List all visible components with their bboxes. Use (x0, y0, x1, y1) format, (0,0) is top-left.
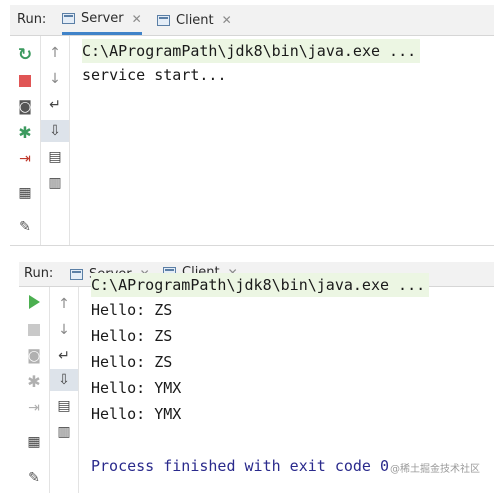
debug-icon[interactable]: ✱ (19, 371, 49, 393)
run-panel-server: Run: Server ✕ Client ✕ ↻ ◙ ✱ ⇥ ▦ ✎ ↑ ↓ ↵… (10, 5, 494, 246)
down-icon[interactable]: ↓ (50, 319, 78, 341)
soft-wrap-icon[interactable]: ↵ (41, 94, 69, 116)
run-toolbar-secondary: ↑ ↓ ↵ ⇩ ▤ ▥ (50, 287, 79, 493)
console-output[interactable]: C:\AProgramPath\jdk8\bin\java.exe ... se… (80, 36, 494, 245)
console-icon (70, 268, 83, 280)
close-icon[interactable]: ✕ (222, 13, 232, 27)
console-line: Hello: ZS (91, 327, 173, 345)
stop-icon[interactable] (10, 70, 40, 92)
console-line: service start... (82, 66, 227, 84)
layout-icon[interactable]: ▦ (19, 431, 49, 453)
run-icon[interactable] (19, 291, 49, 313)
console-line: Hello: YMX (91, 405, 182, 423)
watermark: @稀土掘金技术社区 (390, 464, 480, 475)
scroll-to-end-icon[interactable]: ⇩ (50, 369, 78, 391)
run-toolbar-primary: ◙ ✱ ⇥ ▦ ✎ (19, 287, 50, 493)
trash-icon[interactable]: ▥ (50, 421, 78, 443)
console-command-line: C:\AProgramPath\jdk8\bin\java.exe ... (82, 39, 421, 63)
tab-server[interactable]: Server ✕ (62, 5, 142, 35)
soft-wrap-icon[interactable]: ↵ (50, 345, 78, 367)
camera-icon[interactable]: ◙ (19, 345, 49, 367)
run-panel-client: Run: Server ✕ Client ✕ ◙ ✱ ⇥ ▦ ✎ ↑ ↓ ↵ ⇩… (19, 262, 494, 493)
rerun-icon[interactable]: ↻ (10, 44, 40, 66)
down-icon[interactable]: ↓ (41, 68, 69, 90)
console-line: Hello: ZS (91, 301, 173, 319)
trash-icon[interactable]: ▥ (41, 172, 69, 194)
console-command-line: C:\AProgramPath\jdk8\bin\java.exe ... (91, 273, 430, 297)
up-icon[interactable]: ↑ (41, 42, 69, 64)
console-icon (62, 13, 75, 24)
tab-client-label: Client (176, 12, 214, 28)
tab-server-label: Server (81, 11, 124, 26)
stop-icon[interactable] (19, 319, 49, 341)
pin-icon[interactable]: ✎ (19, 467, 49, 489)
exit-icon[interactable]: ⇥ (19, 397, 49, 419)
console-line: Hello: ZS (91, 353, 173, 371)
run-toolbar-secondary: ↑ ↓ ↵ ⇩ ▤ ▥ (41, 36, 70, 245)
print-icon[interactable]: ▤ (41, 146, 69, 168)
process-finished-line: Process finished with exit code 0 (91, 457, 390, 475)
exit-icon[interactable]: ⇥ (10, 148, 40, 170)
layout-icon[interactable]: ▦ (10, 182, 40, 204)
run-tab-bar: Run: Server ✕ Client ✕ (10, 5, 494, 36)
print-icon[interactable]: ▤ (50, 395, 78, 417)
close-icon[interactable]: ✕ (132, 12, 142, 26)
pin-icon[interactable]: ✎ (10, 216, 40, 238)
run-label: Run: (17, 12, 47, 27)
run-label: Run: (24, 266, 54, 281)
console-line: Hello: YMX (91, 379, 182, 397)
run-toolbar-primary: ↻ ◙ ✱ ⇥ ▦ ✎ (10, 36, 41, 245)
debug-icon[interactable]: ✱ (10, 122, 40, 144)
scroll-to-end-icon[interactable]: ⇩ (41, 120, 69, 142)
camera-icon[interactable]: ◙ (10, 96, 40, 118)
up-icon[interactable]: ↑ (50, 293, 78, 315)
console-icon (157, 14, 170, 26)
tab-client[interactable]: Client ✕ (157, 5, 232, 35)
